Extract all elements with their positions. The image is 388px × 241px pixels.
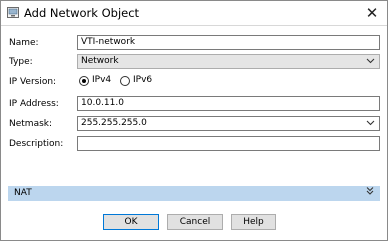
name-input[interactable]: VTI-network [77,35,380,50]
window-title: Add Network Object [24,6,140,20]
description-input[interactable] [77,136,380,151]
type-select-value: Network [81,56,119,66]
nat-label: NAT [14,188,32,198]
title-divider [1,25,387,26]
network-object-icon [7,7,19,18]
ok-button[interactable]: OK [103,214,159,230]
add-network-object-dialog: Add Network Object ✕ Name: VTI-network T… [0,0,388,241]
description-label: Description: [9,139,64,149]
ipv4-radio[interactable] [79,76,89,86]
netmask-value: 255.255.255.0 [81,118,147,128]
ipv4-radio-label[interactable]: IPv4 [92,75,111,85]
cancel-button[interactable]: Cancel [167,214,223,230]
title-bar: Add Network Object ✕ [1,1,387,25]
nat-section-header[interactable]: NAT [8,186,380,201]
name-label: Name: [9,38,39,48]
close-icon[interactable]: ✕ [363,4,381,22]
type-label: Type: [9,57,33,67]
help-button[interactable]: Help [231,214,276,230]
type-select[interactable]: Network [77,54,380,69]
ipv6-radio[interactable] [120,76,130,86]
chevron-down-icon[interactable] [366,117,375,130]
netmask-combo[interactable]: 255.255.255.0 [77,116,380,131]
netmask-label: Netmask: [9,119,53,129]
ipv6-radio-label[interactable]: IPv6 [133,75,152,85]
chevron-down-icon [366,55,375,68]
double-chevron-down-icon[interactable] [366,186,374,199]
ip-address-label: IP Address: [9,99,59,109]
ip-version-label: IP Version: [9,77,57,87]
ip-address-input[interactable]: 10.0.11.0 [77,96,380,111]
